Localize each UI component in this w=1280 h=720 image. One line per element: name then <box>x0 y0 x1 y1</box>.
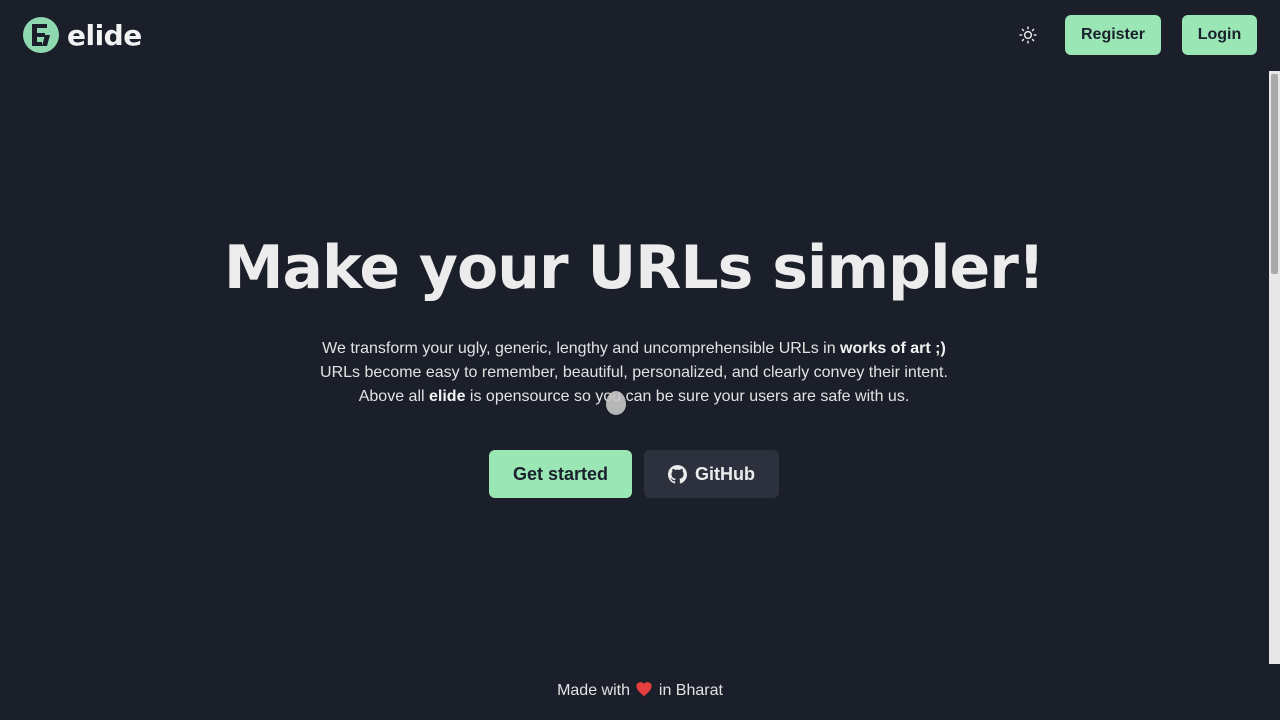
github-icon <box>668 464 687 484</box>
mouse-cursor <box>606 391 626 415</box>
logo-link[interactable]: elide <box>23 17 142 53</box>
logo-icon <box>23 17 59 53</box>
footer-prefix: Made with <box>557 682 630 699</box>
footer: Made with in Bharat <box>0 680 1280 702</box>
heart-icon <box>636 682 653 697</box>
top-navbar: elide Register Login <box>0 0 1280 70</box>
hero-line-1: We transform your ugly, generic, lengthy… <box>0 337 1268 361</box>
hero-title: Make your URLs simpler! <box>223 233 1045 303</box>
github-button[interactable]: GitHub <box>644 450 779 498</box>
login-button[interactable]: Login <box>1182 15 1257 55</box>
get-started-button[interactable]: Get started <box>489 450 632 498</box>
hero-description: We transform your ugly, generic, lengthy… <box>0 337 1268 409</box>
footer-suffix: in Bharat <box>658 682 723 699</box>
github-button-label: GitHub <box>695 463 755 484</box>
sun-icon <box>1019 26 1037 44</box>
page-scrollbar[interactable] <box>1269 71 1280 664</box>
page: elide Register Login Make your URLs simp… <box>0 0 1280 720</box>
hero-line-1-text: We transform your ugly, generic, lengthy… <box>322 340 841 357</box>
theme-toggle-button[interactable] <box>1016 23 1040 47</box>
hero-line-3: Above all elide is opensource so you can… <box>0 385 1268 409</box>
hero-line-3-suffix: is opensource so you can be sure your us… <box>465 388 910 405</box>
scrollbar-thumb[interactable] <box>1271 74 1278 274</box>
logo-text: elide <box>67 18 142 52</box>
hero-line-3-prefix: Above all <box>358 388 429 405</box>
register-button[interactable]: Register <box>1065 15 1161 55</box>
hero-line-3-bold: elide <box>429 388 466 405</box>
hero-line-1-bold: works of art ;) <box>840 340 946 357</box>
hero-line-2: URLs become easy to remember, beautiful,… <box>320 364 948 381</box>
